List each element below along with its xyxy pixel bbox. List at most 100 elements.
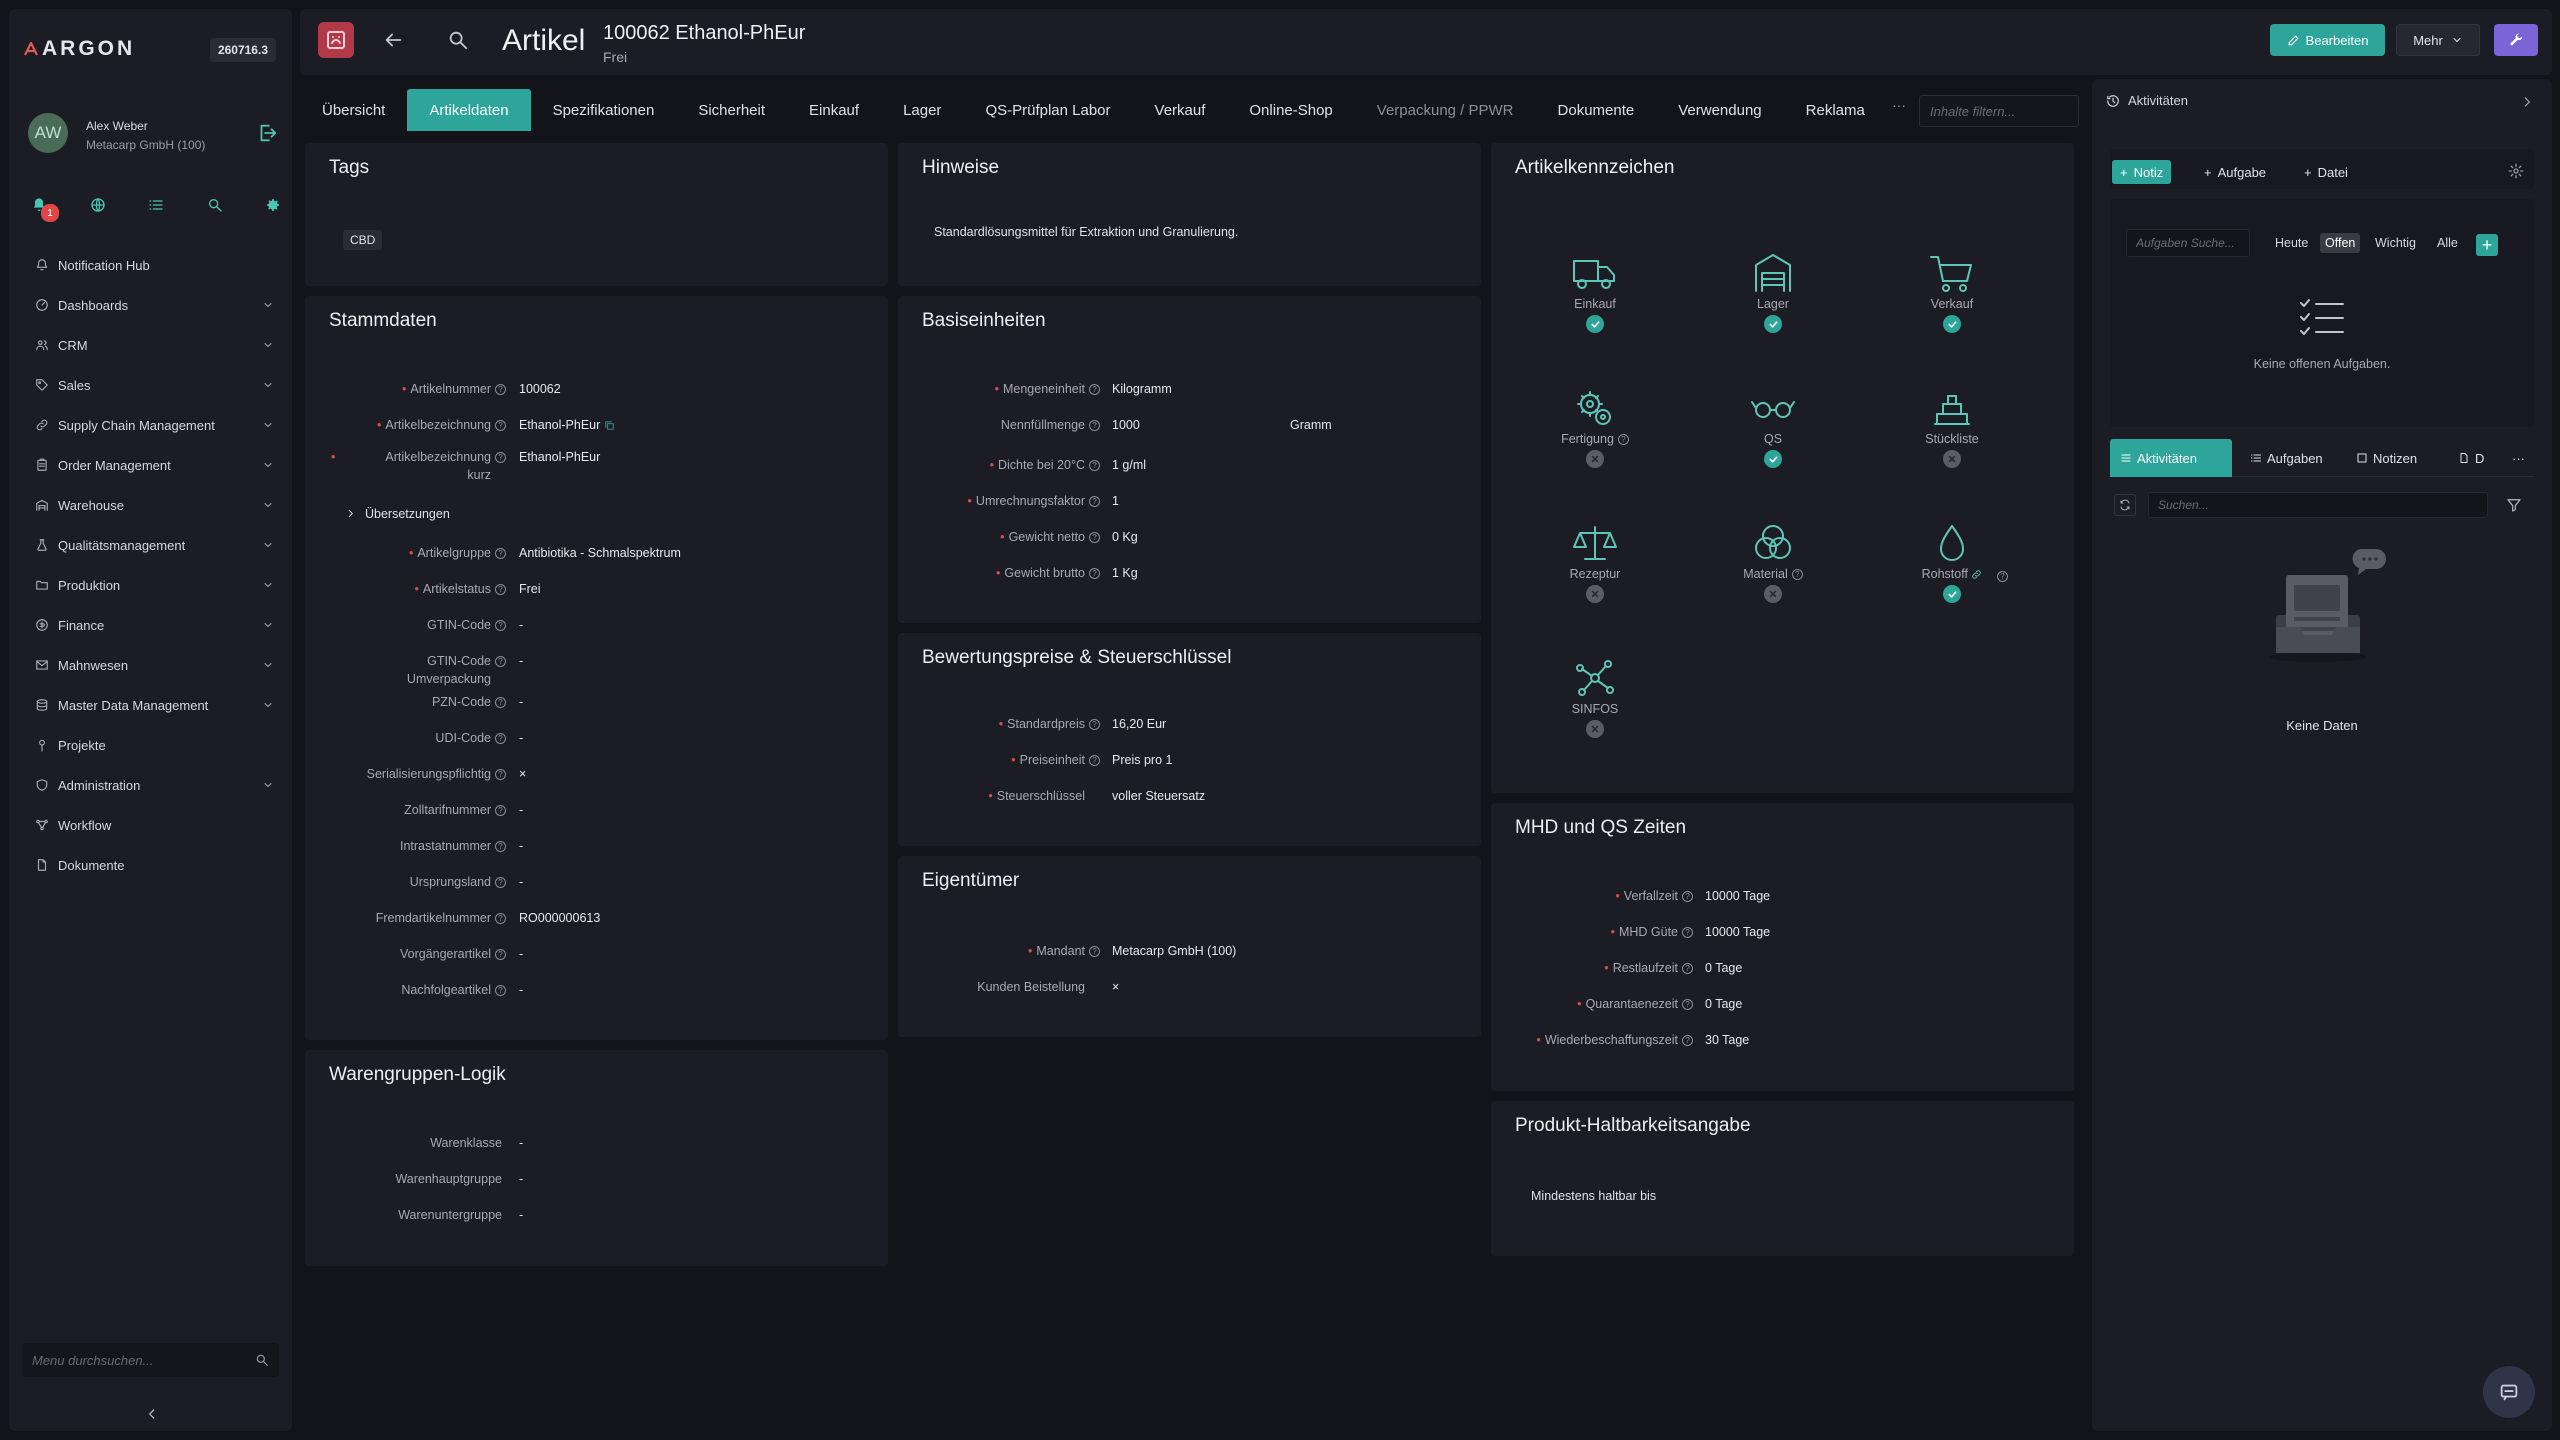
tab-verpackung-ppwr[interactable]: Verpackung / PPWR [1355,89,1536,131]
sidebar-item-dashboards[interactable]: Dashboards [9,285,292,325]
help-icon[interactable]: ? [1089,946,1100,958]
sidebar-item-finance[interactable]: Finance [9,605,292,645]
logout-icon[interactable] [256,122,278,144]
filter-offen[interactable]: Offen [2320,233,2361,253]
tab-aufgaben[interactable]: Aufgaben [2240,439,2333,477]
help-icon[interactable]: ? [1997,571,2008,582]
tab-uebersicht[interactable]: Übersicht [300,89,407,131]
help-icon[interactable]: ? [1089,496,1100,508]
sidebar-item-projekte[interactable]: Projekte [9,725,292,765]
sidebar-item-workflow[interactable]: Workflow [9,805,292,845]
help-icon[interactable]: ? [1089,719,1100,731]
help-icon[interactable]: ? [495,584,506,596]
sidebar-item-mahnwesen[interactable]: Mahnwesen [9,645,292,685]
translations-toggle[interactable]: Übersetzungen [345,505,545,523]
tab-notizen[interactable]: Notizen [2346,439,2427,477]
collapse-sidebar-icon[interactable] [145,1407,159,1421]
help-icon[interactable]: ? [1682,1035,1693,1047]
help-icon[interactable]: ? [1089,532,1100,544]
sidebar-item-crm[interactable]: CRM [9,325,292,365]
help-icon[interactable]: ? [495,656,506,668]
help-icon[interactable]: ? [495,805,506,817]
sidebar-item-supply-chain-management[interactable]: Supply Chain Management [9,405,292,445]
activity-search-input[interactable] [2148,492,2488,518]
task-search-input[interactable] [2126,229,2250,257]
tab-einkauf[interactable]: Einkauf [787,89,881,131]
help-icon[interactable]: ? [495,697,506,709]
chevron-right-icon[interactable] [2520,95,2534,109]
more-button[interactable]: Mehr [2396,24,2480,56]
globe-icon[interactable] [90,197,108,215]
tab-verwendung[interactable]: Verwendung [1656,89,1783,131]
sidebar-item-notification-hub[interactable]: Notification Hub [9,245,292,285]
argon-logo[interactable]: ARGON [24,37,135,61]
tab-lager[interactable]: Lager [881,89,963,131]
sidebar-item-qualitaetsmanagement[interactable]: Qualitätsmanagement [9,525,292,565]
help-icon[interactable]: ? [1617,434,1629,446]
help-icon[interactable]: ? [1089,755,1100,767]
refresh-icon[interactable] [2114,494,2136,516]
tab-dokumente[interactable]: Dokumente [1536,89,1657,131]
avatar[interactable]: AW [28,113,68,153]
search-icon[interactable] [447,29,469,51]
tab-artikeldaten[interactable]: Artikeldaten [407,89,531,131]
tab-qs-pruefplan-labor[interactable]: QS-Prüfplan Labor [963,89,1132,131]
gear-icon[interactable] [265,197,283,215]
filter-heute[interactable]: Heute [2270,233,2313,253]
add-task-plus-button[interactable]: + [2476,234,2498,256]
help-icon[interactable]: ? [1791,569,1803,581]
help-icon[interactable]: ? [495,548,506,560]
help-icon[interactable]: ? [1682,891,1693,903]
activity-tabs-overflow[interactable]: ··· [2502,439,2535,477]
help-icon[interactable]: ? [495,949,506,961]
edit-button[interactable]: Bearbeiten [2270,24,2385,56]
sidebar-item-administration[interactable]: Administration [9,765,292,805]
tab-dokumente[interactable]: D [2448,439,2494,477]
list-icon[interactable] [148,197,166,215]
link-icon[interactable] [1971,569,1982,580]
help-icon[interactable]: ? [1682,927,1693,939]
help-icon[interactable]: ? [1682,963,1693,975]
add-file-button[interactable]: + Datei [2296,160,2356,184]
menu-search-input[interactable] [22,1343,252,1377]
search-icon[interactable] [207,197,225,215]
tab-reklama[interactable]: Reklama [1784,89,1887,131]
tools-button[interactable] [2494,24,2538,56]
help-icon[interactable]: ? [1682,999,1693,1011]
tag-chip[interactable]: CBD [343,230,383,250]
help-icon[interactable]: ? [1089,568,1100,580]
tab-online-shop[interactable]: Online-Shop [1227,89,1354,131]
tab-sicherheit[interactable]: Sicherheit [676,89,787,131]
tabs-overflow-button[interactable]: ··· [1892,97,1906,113]
sidebar-item-dokumente[interactable]: Dokumente [9,845,292,885]
help-icon[interactable]: ? [495,877,506,889]
sidebar-item-produktion[interactable]: Produktion [9,565,292,605]
add-task-button[interactable]: + Aufgabe [2196,160,2274,184]
sidebar-item-warehouse[interactable]: Warehouse [9,485,292,525]
add-note-button[interactable]: + Notiz [2112,160,2172,184]
sidebar-item-sales[interactable]: Sales [9,365,292,405]
content-filter-input[interactable] [1919,95,2079,127]
help-icon[interactable]: ? [495,452,506,464]
help-icon[interactable]: ? [495,841,506,853]
help-icon[interactable]: ? [495,985,506,997]
help-icon[interactable]: ? [1089,384,1100,396]
tab-aktivitaeten[interactable]: Aktivitäten [2110,439,2232,477]
help-icon[interactable]: ? [495,620,506,632]
help-icon[interactable]: ? [495,420,506,432]
sidebar-item-order-management[interactable]: Order Management [9,445,292,485]
filter-wichtig[interactable]: Wichtig [2370,233,2421,253]
help-icon[interactable]: ? [495,384,506,396]
back-arrow-icon[interactable] [382,29,404,51]
help-icon[interactable]: ? [495,769,506,781]
help-icon[interactable]: ? [495,733,506,745]
sidebar-item-master-data-management[interactable]: Master Data Management [9,685,292,725]
filter-alle[interactable]: Alle [2432,233,2463,253]
copy-icon[interactable] [604,420,615,431]
tab-verkauf[interactable]: Verkauf [1133,89,1228,131]
chat-button[interactable] [2483,1366,2535,1418]
help-icon[interactable]: ? [1089,420,1100,432]
help-icon[interactable]: ? [495,913,506,925]
help-icon[interactable]: ? [1089,460,1100,472]
tab-spezifikationen[interactable]: Spezifikationen [531,89,677,131]
